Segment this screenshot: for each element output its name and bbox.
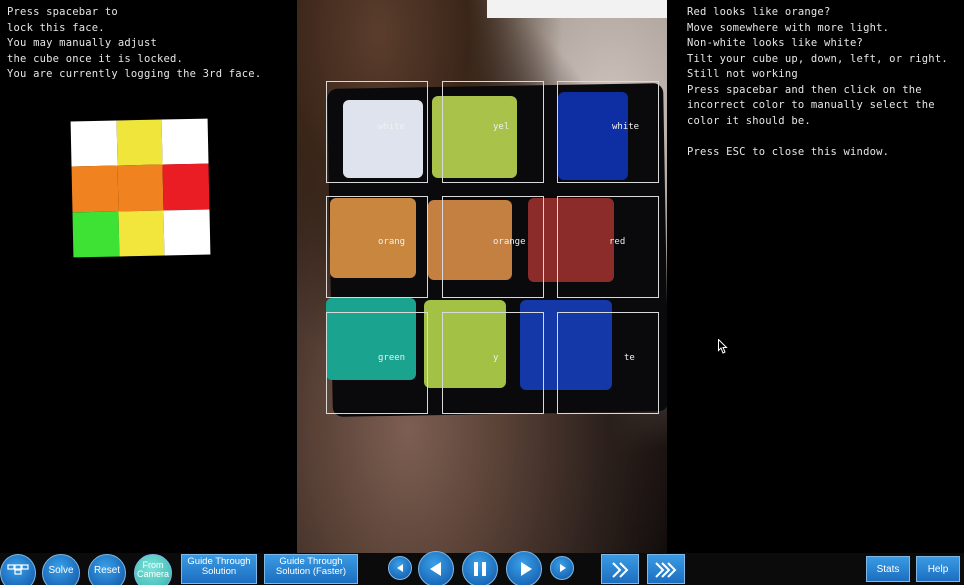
face-cell[interactable] (116, 119, 163, 166)
face-cell[interactable] (161, 118, 209, 165)
solve-button[interactable]: Solve (42, 554, 80, 585)
skip-back-button[interactable] (388, 556, 412, 580)
detected-color-label: y (493, 353, 499, 363)
bottom-toolbar: Solve Reset From Camera Guide Through So… (0, 551, 964, 585)
face-cell[interactable] (118, 210, 165, 257)
detected-color-label: white (378, 122, 406, 132)
detected-color-label: green (378, 353, 406, 363)
face-cell[interactable] (71, 165, 119, 213)
fast-forward-faster-button[interactable] (647, 554, 685, 584)
detected-color-label: white (612, 122, 640, 132)
detected-color-label: orang (378, 237, 406, 247)
detection-cell[interactable] (557, 312, 659, 414)
previous-icon (397, 564, 403, 572)
face-cell[interactable] (162, 163, 210, 211)
face-preview[interactable] (70, 118, 211, 258)
pause-icon (474, 562, 486, 576)
step-forward-button[interactable] (506, 551, 542, 585)
cube-view-button[interactable] (0, 554, 36, 585)
detection-cell[interactable] (326, 196, 428, 298)
detection-cell[interactable] (442, 196, 544, 298)
lock-instructions: Press spacebar to lock this face. You ma… (7, 6, 262, 80)
detected-color-label: yel (493, 122, 510, 132)
detected-color-label: orange (493, 237, 526, 247)
from-camera-button[interactable]: From Camera (134, 554, 172, 585)
step-back-button[interactable] (418, 551, 454, 585)
detected-color-label: te (624, 353, 635, 363)
background-window (487, 0, 667, 18)
reset-button[interactable]: Reset (88, 554, 126, 585)
skip-forward-button[interactable] (550, 556, 574, 580)
detection-cell[interactable] (442, 312, 544, 414)
face-cell[interactable] (70, 120, 118, 167)
detection-cell[interactable] (557, 81, 659, 183)
next-icon (560, 564, 566, 572)
left-panel: Press spacebar to lock this face. You ma… (0, 0, 297, 553)
fast-forward-double-icon (655, 562, 677, 578)
detected-color-label: red (609, 237, 626, 247)
face-cell[interactable] (72, 211, 120, 258)
pause-button[interactable] (462, 551, 498, 585)
face-cell[interactable] (117, 164, 164, 212)
guide-through-solution-button[interactable]: Guide Through Solution (181, 554, 257, 584)
stats-button[interactable]: Stats (866, 556, 910, 582)
detection-cell[interactable] (442, 81, 544, 183)
fast-forward-icon (612, 562, 629, 578)
right-panel: Red looks like orange? Move somewhere wi… (667, 0, 964, 553)
face-cell[interactable] (163, 209, 211, 256)
play-icon (521, 562, 532, 576)
detection-cell[interactable] (326, 81, 428, 183)
cube-net-icon (7, 564, 29, 575)
mouse-cursor-icon (718, 339, 728, 354)
help-button[interactable]: Help (916, 556, 960, 582)
fast-forward-button[interactable] (601, 554, 639, 584)
guide-through-solution-faster-button[interactable]: Guide Through Solution (Faster) (264, 554, 358, 584)
detection-cell[interactable] (326, 312, 428, 414)
troubleshooting-text: Red looks like orange? Move somewhere wi… (687, 6, 948, 158)
detection-cell[interactable] (557, 196, 659, 298)
step-back-icon (430, 562, 441, 576)
